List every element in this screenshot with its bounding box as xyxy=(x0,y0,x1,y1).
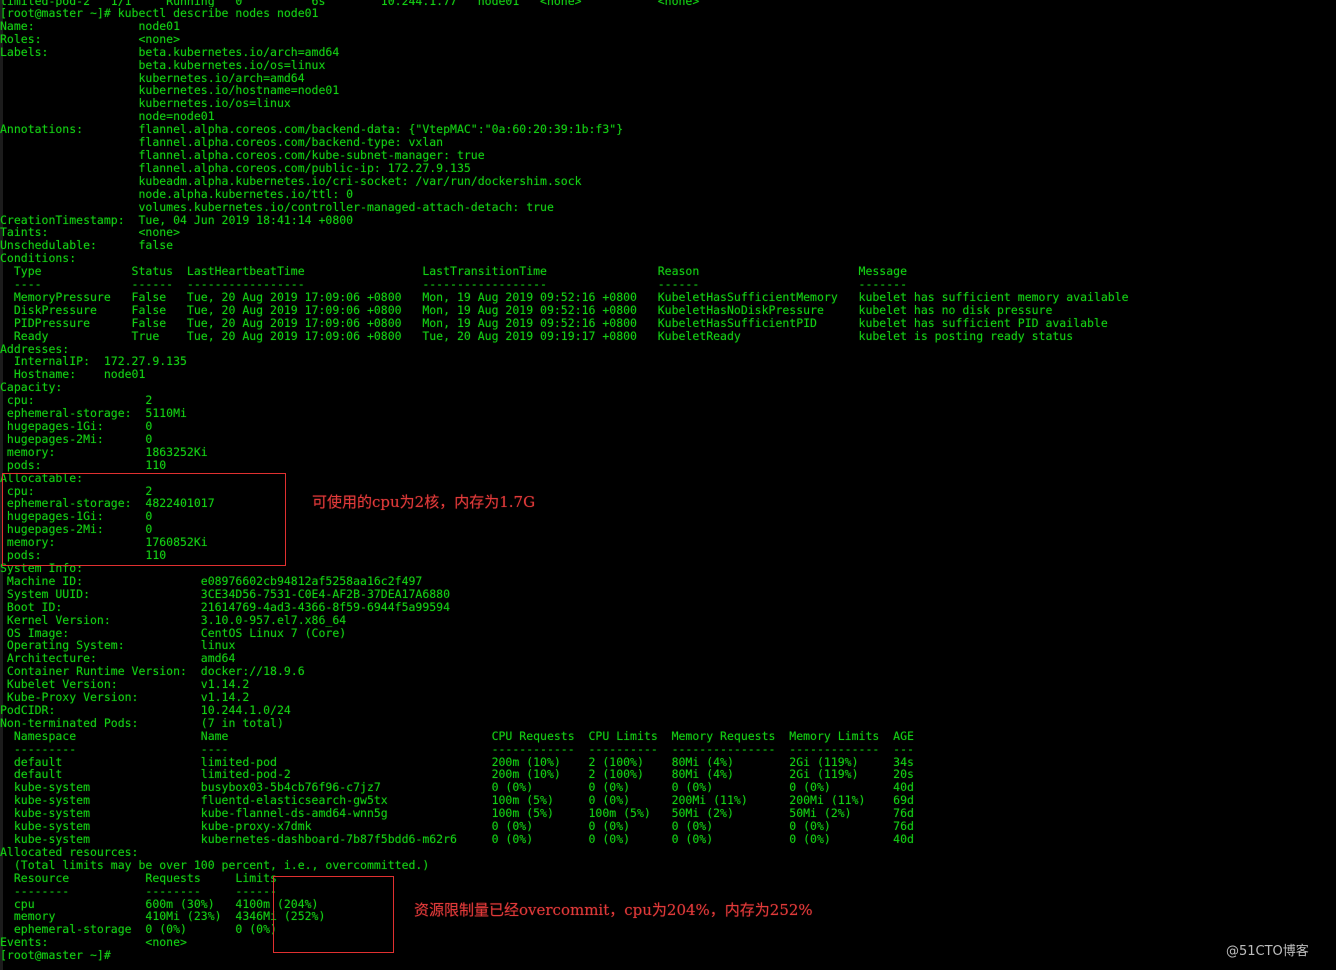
terminal-line: volumes.kubernetes.io/controller-managed… xyxy=(0,199,554,214)
terminal-line: hugepages-2Mi: 0 xyxy=(0,431,153,446)
terminal-line: System Info: xyxy=(0,560,84,575)
terminal-line: flannel.alpha.coreos.com/public-ip: 172.… xyxy=(0,160,471,175)
allocatable-annotation-text: 可使用的cpu为2核，内存为1.7G xyxy=(312,493,536,511)
watermark-label: @51CTO博客 xyxy=(1226,944,1309,959)
terminal-line: MemoryPressure False Tue, 20 Aug 2019 17… xyxy=(0,289,1129,304)
terminal-line: InternalIP: 172.27.9.135 xyxy=(0,354,187,369)
terminal-line: DiskPressure False Tue, 20 Aug 2019 17:0… xyxy=(0,302,1053,317)
terminal-line: flannel.alpha.coreos.com/kube-subnet-man… xyxy=(0,147,485,162)
terminal-line: Name: node01 xyxy=(0,18,181,33)
terminal-line: Namespace Name CPU Requests CPU Limits M… xyxy=(0,728,914,743)
terminal-line: Taints: <none> xyxy=(0,225,181,240)
terminal-line: Allocated resources: xyxy=(0,844,139,859)
terminal-output: limited-pod-2 1/1 Running 0 6s 10.244.1.… xyxy=(0,0,1336,962)
terminal-line: ---- ------ ----------------- ----------… xyxy=(0,277,907,292)
terminal-line: Ready True Tue, 20 Aug 2019 17:09:06 +08… xyxy=(0,328,1074,343)
terminal-line: Machine ID: e08976602cb94812af5258aa16c2… xyxy=(0,573,423,588)
terminal-line: ephemeral-storage 0 (0%) 0 (0%) xyxy=(0,922,277,937)
terminal-line: Addresses: xyxy=(0,341,70,356)
terminal-line: Labels: beta.kubernetes.io/arch=amd64 xyxy=(0,44,340,59)
terminal-line: -------- -------- ------ xyxy=(0,883,277,898)
terminal-line: memory: 1863252Ki xyxy=(0,444,208,459)
terminal-line: --------- ---- ------------ ---------- -… xyxy=(0,741,914,756)
terminal-line: [root@master ~]# kubectl describe nodes … xyxy=(0,6,319,20)
terminal-line: kubeadm.alpha.kubernetes.io/cri-socket: … xyxy=(0,173,582,188)
terminal-line: ephemeral-storage: 4822401017 xyxy=(0,496,215,511)
terminal-line: PodCIDR: 10.244.1.0/24 xyxy=(0,702,291,717)
terminal-line: Events: <none> xyxy=(0,935,187,950)
terminal-line: kube-system kubernetes-dashboard-7b87f5b… xyxy=(0,832,914,846)
terminal-line: PIDPressure False Tue, 20 Aug 2019 17:09… xyxy=(0,315,1108,330)
terminal-line: CreationTimestamp: Tue, 04 Jun 2019 18:4… xyxy=(0,212,354,227)
terminal-line: Hostname: node01 xyxy=(0,367,146,382)
terminal-window[interactable]: limited-pod-2 1/1 Running 0 6s 10.244.1.… xyxy=(0,0,1336,970)
terminal-line: hugepages-1Gi: 0 xyxy=(0,509,153,524)
terminal-line: ephemeral-storage: 5110Mi xyxy=(0,406,187,421)
terminal-line: cpu: 2 xyxy=(0,393,153,408)
terminal-line: Resource Requests Limits xyxy=(0,870,277,885)
terminal-line: Non-terminated Pods: (7 in total) xyxy=(0,715,284,730)
terminal-line: [root@master ~]# xyxy=(0,948,111,963)
terminal-line-text: limited-pod-2 1/1 Running 0 6s 10.244.1.… xyxy=(0,0,700,7)
terminal-line: Capacity: xyxy=(0,380,63,395)
terminal-line: (Total limits may be over 100 percent, i… xyxy=(0,857,430,872)
terminal-line-partial: limited-pod-2 1/1 Running 0 6s 10.244.1.… xyxy=(0,0,1336,7)
terminal-line: Allocatable: xyxy=(0,470,84,485)
overcommit-annotation-text: 资源限制量已经overcommit，cpu为204%，内存为252% xyxy=(414,901,813,919)
terminal-line: pods: 110 xyxy=(0,548,167,563)
terminal-line: node.alpha.kubernetes.io/ttl: 0 xyxy=(0,186,354,201)
terminal-line: beta.kubernetes.io/os=linux xyxy=(0,57,326,72)
terminal-line: Roles: <none> xyxy=(0,31,181,46)
terminal-line: pods: 110 xyxy=(0,457,167,472)
terminal-line: Kube-Proxy Version: v1.14.2 xyxy=(0,690,250,705)
terminal-line: Boot ID: 21614769-4ad3-4366-8f59-6944f5a… xyxy=(0,599,451,614)
terminal-line: memory: 1760852Ki xyxy=(0,535,208,550)
terminal-line: System UUID: 3CE34D56-7531-C0E4-AF2B-37D… xyxy=(0,586,451,601)
terminal-line: Unschedulable: false xyxy=(0,238,174,253)
terminal-line: hugepages-1Gi: 0 xyxy=(0,419,153,433)
terminal-line: Kernel Version: 3.10.0-957.el7.x86_64 xyxy=(0,612,347,627)
